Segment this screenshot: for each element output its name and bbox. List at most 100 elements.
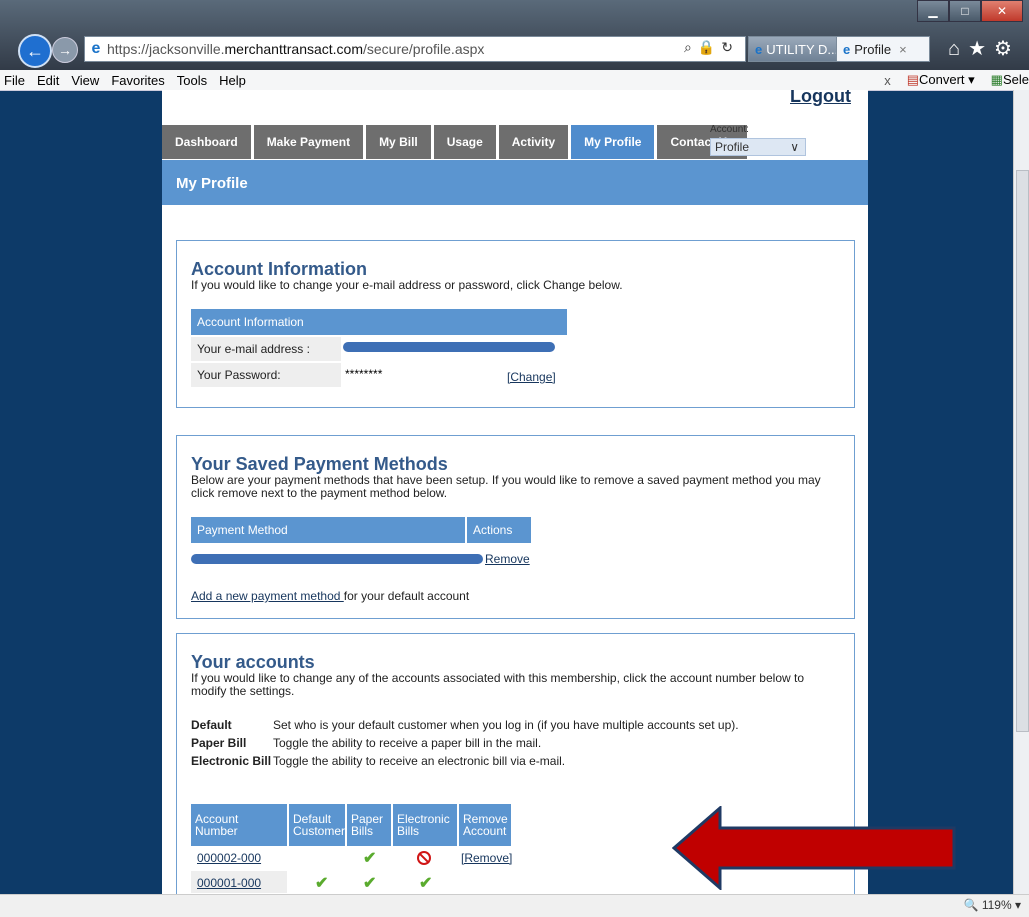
toolbar-right: x ▤Convert ▾ ▦Sele [884, 70, 1029, 90]
scrollbar-thumb[interactable] [1016, 170, 1029, 732]
vertical-scrollbar[interactable] [1013, 90, 1029, 894]
payment-methods-heading: Your Saved Payment Methods [191, 454, 448, 474]
tab-my-bill[interactable]: My Bill [366, 125, 434, 159]
convert-label: Convert [919, 72, 965, 87]
gear-icon[interactable]: ⚙ [994, 38, 1020, 60]
menu-view[interactable]: View [65, 73, 105, 88]
menu-edit[interactable]: Edit [31, 73, 65, 88]
electronic-bill-check-icon[interactable]: ✔ [419, 873, 432, 893]
select-button[interactable]: ▦Sele [991, 72, 1029, 88]
redacted-email [343, 342, 555, 352]
electronic-bill-blocked-icon[interactable] [417, 851, 431, 865]
account-number-link[interactable]: 000001-000 [197, 876, 261, 890]
browser-tools: ⌂★⚙ [948, 36, 1020, 61]
forward-button[interactable]: → [52, 37, 78, 63]
arrow-shape [672, 806, 956, 890]
definition-term: Default [191, 718, 232, 732]
definition-text: Toggle the ability to receive an electro… [273, 754, 566, 768]
forward-arrow-icon: → [58, 42, 72, 58]
page-content: Logout Dashboard Make Payment My Bill Us… [162, 90, 868, 894]
definition-default: Default Set who is your default customer … [191, 718, 739, 732]
account-info-panel: Account Information If you would like to… [176, 240, 855, 408]
tab-usage[interactable]: Usage [433, 125, 499, 159]
convert-button[interactable]: ▤Convert ▾ [907, 72, 975, 88]
password-label: Your Password: [191, 363, 341, 387]
window-controls: ▁ □ ✕ [917, 0, 1023, 22]
payment-method-column-header: Payment Method [191, 517, 465, 543]
main-nav: Dashboard Make Payment My Bill Usage Act… [162, 125, 750, 159]
status-bar: 🔍 119% ▾ [0, 894, 1029, 917]
definition-electronic-bill: Electronic Bill Toggle the ability to rec… [191, 754, 565, 768]
default-customer-check-icon[interactable]: ✔ [315, 873, 328, 893]
paper-bill-check-icon[interactable]: ✔ [363, 848, 376, 868]
accounts-heading: Your accounts [191, 652, 315, 672]
minimize-button[interactable]: ▁ [917, 0, 949, 22]
email-label: Your e-mail address : [191, 337, 341, 361]
lock-icon[interactable]: 🔒 [698, 39, 721, 55]
accounts-desc: If you would like to change any of the a… [191, 671, 804, 698]
definition-text: Set who is your default customer when yo… [273, 718, 739, 732]
close-tab-icon[interactable]: × [899, 42, 907, 57]
maximize-button[interactable]: □ [949, 0, 981, 22]
account-info-desc: If you would like to change your e-mail … [191, 278, 623, 292]
change-password-link[interactable]: [Change] [507, 370, 556, 384]
paper-bill-check-icon[interactable]: ✔ [363, 873, 376, 893]
account-select-value: Profile [715, 140, 750, 154]
tab-activity[interactable]: Activity [498, 125, 572, 159]
url-text[interactable]: https://jacksonville.merchanttransact.co… [107, 41, 484, 57]
column-account-number: Account Number [191, 804, 287, 846]
address-bar[interactable]: e https://jacksonville.merchanttransact.… [84, 36, 746, 62]
page-title: My Profile [176, 175, 248, 192]
close-toolbar-button[interactable]: x [884, 73, 891, 88]
logout-link[interactable]: Logout [790, 90, 851, 107]
menu-bar: File Edit View Favorites Tools Help x ▤C… [0, 70, 1029, 91]
favorites-star-icon[interactable]: ★ [968, 38, 994, 60]
tab-make-payment[interactable]: Make Payment [253, 125, 367, 159]
address-bar-icons[interactable]: ⌕🔒↻ [684, 39, 739, 56]
account-select-label: Account: [710, 124, 749, 135]
refresh-icon[interactable]: ↻ [721, 39, 739, 55]
search-icon[interactable]: ⌕ [684, 39, 698, 55]
url-host: merchanttransact.com [224, 41, 364, 57]
tab-my-profile[interactable]: My Profile [571, 125, 658, 159]
account-info-heading: Account Information [191, 259, 367, 279]
payment-methods-panel: Your Saved Payment Methods Below are you… [176, 435, 855, 619]
ie-tab-icon: e [755, 41, 763, 57]
close-window-button[interactable]: ✕ [981, 0, 1023, 22]
tab-profile-label: Profile [854, 41, 892, 57]
url-path: /secure/profile.aspx [363, 41, 485, 57]
zoom-level[interactable]: 🔍 119% ▾ [964, 898, 1021, 912]
zoom-value: 119% [981, 898, 1012, 912]
menu-tools[interactable]: Tools [171, 73, 213, 88]
tab-utility[interactable]: e UTILITY D... [748, 36, 842, 62]
account-select[interactable]: Profile ∨ [710, 138, 806, 156]
remove-payment-link[interactable]: Remove [485, 552, 530, 566]
menu-help[interactable]: Help [213, 73, 252, 88]
red-arrow-annotation [672, 806, 956, 890]
select-label: Sele [1002, 72, 1029, 87]
tab-dashboard[interactable]: Dashboard [162, 125, 254, 159]
menu-favorites[interactable]: Favorites [105, 73, 170, 88]
chevron-down-icon: ∨ [790, 140, 799, 154]
column-paper-bills: Paper Bills [347, 804, 391, 846]
back-button[interactable]: ← [18, 34, 52, 68]
redacted-payment-method [191, 554, 483, 564]
column-remove-account: Remove Account [459, 804, 511, 846]
back-arrow-icon: ← [26, 40, 44, 61]
payment-methods-desc: Below are your payment methods that have… [191, 473, 821, 500]
definition-term: Paper Bill [191, 736, 247, 750]
ie-logo-icon: e [91, 40, 101, 57]
home-icon[interactable]: ⌂ [948, 38, 968, 60]
column-electronic-bills: Electronic Bills [393, 804, 457, 846]
tab-utility-label: UTILITY D... [766, 41, 839, 57]
ie-tab-icon: e [843, 41, 851, 57]
select-icon: ▦ [990, 72, 1003, 87]
add-payment-link[interactable]: Add a new payment method [191, 589, 344, 603]
menu-file[interactable]: File [0, 73, 31, 88]
account-info-table-header: Account Information [191, 309, 567, 335]
remove-account-link[interactable]: [Remove] [461, 851, 512, 865]
account-number-link[interactable]: 000002-000 [197, 851, 261, 865]
zoom-icon: 🔍 [963, 898, 979, 912]
tab-profile[interactable]: e Profile × [836, 36, 930, 62]
page-title-bar: My Profile [162, 160, 868, 205]
